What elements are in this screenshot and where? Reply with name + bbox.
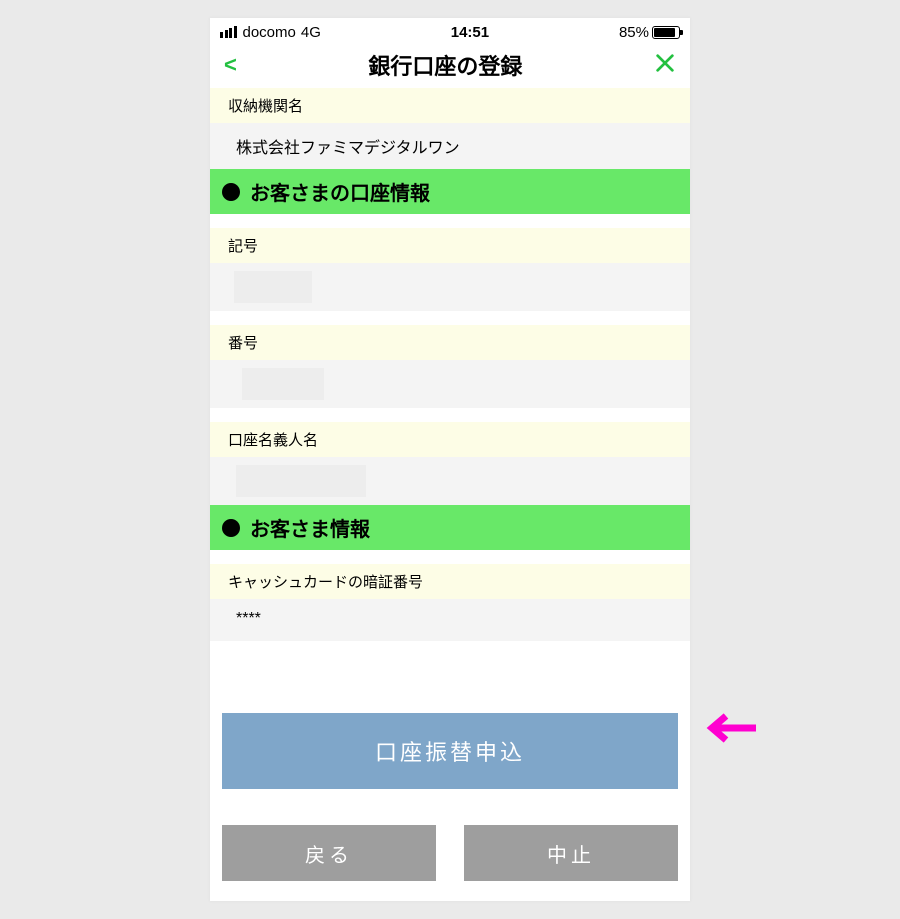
section-customer-title: お客さま情報 [250,513,370,542]
close-button[interactable] [654,52,676,79]
kigo-field[interactable] [210,263,690,311]
section-account-title: お客さまの口座情報 [250,177,430,206]
org-name-value: 株式会社ファミマデジタルワン [210,123,690,169]
holder-field[interactable] [210,457,690,505]
kigo-label: 記号 [210,228,690,263]
holder-label: 口座名義人名 [210,422,690,457]
bango-field[interactable] [210,360,690,408]
back-button[interactable]: < [224,52,237,78]
section-account-info: お客さまの口座情報 [210,169,690,214]
pin-field[interactable]: **** [210,599,690,641]
submit-button[interactable]: 口座振替申込 [222,713,678,789]
org-name-label: 収納機関名 [210,88,690,123]
phone-screen: docomo 4G 14:51 85% < 銀行口座の登録 収納機関名 株式会社… [210,18,690,901]
nav-header: < 銀行口座の登録 [210,46,690,88]
close-icon [654,52,676,74]
cancel-button[interactable]: 中止 [464,825,678,881]
pin-label: キャッシュカードの暗証番号 [210,564,690,599]
bullet-icon [222,183,240,201]
page-title: 銀行口座の登録 [237,49,654,81]
battery-pct: 85% [619,24,649,41]
battery-icon [652,26,680,39]
status-bar: docomo 4G 14:51 85% [210,18,690,46]
back-step-button[interactable]: 戻る [222,825,436,881]
signal-bars-icon [220,26,237,38]
bango-label: 番号 [210,325,690,360]
carrier-label: docomo [243,24,296,41]
status-time: 14:51 [451,24,489,41]
bottom-button-row: 戻る 中止 [222,825,678,881]
network-label: 4G [301,24,321,41]
bullet-icon [222,519,240,537]
hint-arrow-icon [702,710,758,751]
section-customer-info: お客さま情報 [210,505,690,550]
